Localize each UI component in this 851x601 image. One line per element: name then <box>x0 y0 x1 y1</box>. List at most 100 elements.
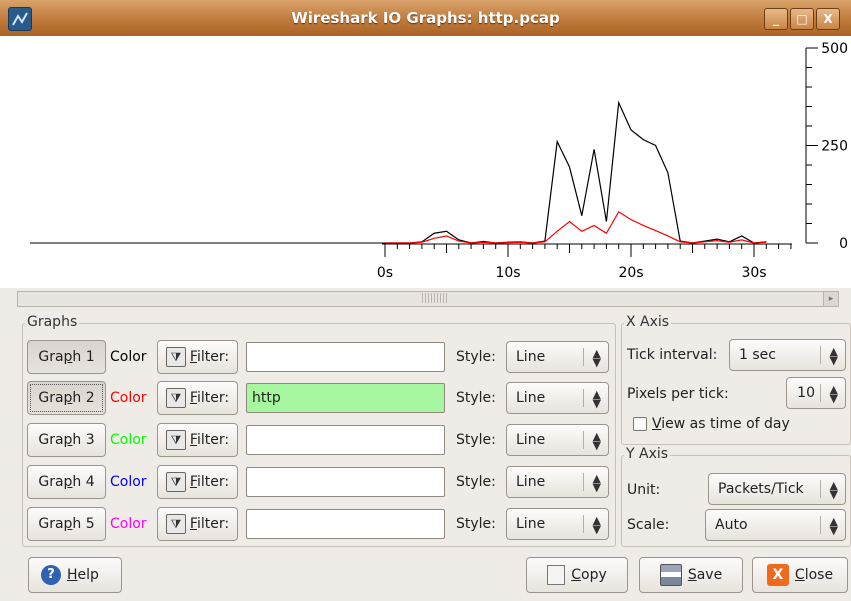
copy-button[interactable]: Copy <box>526 557 628 593</box>
filter-icon: ⧩ <box>165 430 186 450</box>
style-value: Line <box>516 390 546 406</box>
help-label: Help <box>67 567 99 583</box>
unit-value: Packets/Tick <box>718 481 804 497</box>
view-time-of-day-label[interactable]: View as time of day <box>652 414 790 434</box>
graph-2-button[interactable]: Graph 2 <box>27 381 106 415</box>
x-tick-label: 0s <box>377 265 393 281</box>
graph-4-filter-input[interactable] <box>246 467 445 497</box>
graph-4-filter-button[interactable]: ⧩ Filter: <box>157 465 238 499</box>
graph-1-filter-input[interactable] <box>246 342 445 372</box>
x-tick-label: 10s <box>495 265 520 281</box>
graph-2-filter-button[interactable]: ⧩ Filter: <box>157 381 238 415</box>
filter-label: Filter: <box>189 390 230 406</box>
io-graph-plot[interactable]: 500 250 0 0s 10s 20s 30s <box>0 36 851 288</box>
graph-3-filter-input[interactable] <box>246 425 445 455</box>
graph-5-filter-input[interactable] <box>246 509 445 539</box>
view-time-of-day-checkbox[interactable] <box>633 417 647 431</box>
graph-button-label: Graph 2 <box>38 390 95 406</box>
filter-icon: ⧩ <box>165 347 186 367</box>
graph-button-label: Graph 4 <box>38 474 95 490</box>
filter-icon: ⧩ <box>165 514 186 534</box>
filter-icon: ⧩ <box>165 472 186 492</box>
scroll-grip[interactable] <box>422 293 448 303</box>
graph-5-color-label[interactable]: Color <box>110 514 147 534</box>
graph-5-button[interactable]: Graph 5 <box>27 507 106 541</box>
filter-icon: ⧩ <box>165 388 186 408</box>
graph-5-style-label: Style: <box>456 516 496 532</box>
graph-3-button[interactable]: Graph 3 <box>27 423 106 457</box>
updown-icon: ▲ ▼ <box>829 515 838 537</box>
graph-3-style-label: Style: <box>456 432 496 448</box>
maximize-button[interactable]: □ <box>790 8 814 30</box>
save-icon <box>659 564 682 586</box>
graph-2-style-select[interactable]: Line ▲ ▼ <box>506 382 609 414</box>
graph-5-filter-button[interactable]: ⧩ Filter: <box>157 507 238 541</box>
graph-3-color-label[interactable]: Color <box>110 430 147 450</box>
copy-icon <box>547 565 566 585</box>
x-tick-label: 30s <box>741 265 766 281</box>
graph-4-style-select[interactable]: Line ▲ ▼ <box>506 466 609 498</box>
minimize-button[interactable]: _ <box>764 8 788 30</box>
pixels-per-tick-value: 10 <box>797 385 815 401</box>
graph-button-label: Graph 3 <box>38 432 95 448</box>
graph-button-label: Graph 1 <box>38 349 95 365</box>
help-button[interactable]: ? Help <box>28 557 122 593</box>
y-tick-label: 0 <box>839 236 848 252</box>
scroll-right-arrow[interactable]: ▸ <box>823 291 839 307</box>
y-tick-label: 250 <box>821 139 848 155</box>
updown-icon: ▲ ▼ <box>592 514 601 536</box>
graph-1-style-select[interactable]: Line ▲ ▼ <box>506 341 609 373</box>
pixels-per-tick-select[interactable]: 10 ▲ ▼ <box>786 377 846 409</box>
graph-1-filter-button[interactable]: ⧩ Filter: <box>157 340 238 374</box>
unit-select[interactable]: Packets/Tick ▲ ▼ <box>708 473 846 505</box>
scale-value: Auto <box>715 517 748 533</box>
y-axis-frame-label: Y Axis <box>624 446 671 462</box>
x-axis-frame-label: X Axis <box>624 314 672 330</box>
updown-icon: ▲ ▼ <box>592 388 601 410</box>
graph-2-filter-input[interactable]: http <box>246 383 445 413</box>
series-line-1 <box>385 100 767 244</box>
x-tick-label: 20s <box>618 265 643 281</box>
graph-1-color-label[interactable]: Color <box>110 347 147 367</box>
copy-label: Copy <box>571 567 607 583</box>
pixels-per-tick-label: Pixels per tick: <box>627 386 729 402</box>
style-value: Line <box>516 474 546 490</box>
graph-5-style-select[interactable]: Line ▲ ▼ <box>506 508 609 540</box>
y-tick-label: 500 <box>821 41 848 57</box>
graph-2-color-label[interactable]: Color <box>110 388 147 408</box>
graph-button-label: Graph 5 <box>38 516 95 532</box>
graph-4-button[interactable]: Graph 4 <box>27 465 106 499</box>
graph-1-style-label: Style: <box>456 349 496 365</box>
scale-label: Scale: <box>627 517 670 533</box>
series-line-2 <box>385 210 767 244</box>
graph-1-button[interactable]: Graph 1 <box>27 340 106 374</box>
save-label: Save <box>687 567 723 583</box>
updown-icon: ▲ ▼ <box>592 430 601 452</box>
style-value: Line <box>516 349 546 365</box>
graph-3-style-select[interactable]: Line ▲ ▼ <box>506 424 609 456</box>
tick-interval-select[interactable]: 1 sec ▲ ▼ <box>729 339 846 371</box>
tick-interval-value: 1 sec <box>739 347 776 363</box>
scale-select[interactable]: Auto ▲ ▼ <box>705 509 846 541</box>
style-value: Line <box>516 516 546 532</box>
filter-label: Filter: <box>189 349 230 365</box>
close-icon: X <box>766 564 789 586</box>
graphs-frame-label: Graphs <box>25 314 80 330</box>
graph-2-style-label: Style: <box>456 390 496 406</box>
graph-4-style-label: Style: <box>456 474 496 490</box>
close-window-button[interactable]: X <box>816 8 840 30</box>
tick-interval-label: Tick interval: <box>627 347 718 363</box>
updown-icon: ▲ ▼ <box>829 383 838 405</box>
filter-label: Filter: <box>189 474 230 490</box>
graph-3-filter-button[interactable]: ⧩ Filter: <box>157 423 238 457</box>
updown-icon: ▲ ▼ <box>592 472 601 494</box>
graph-4-color-label[interactable]: Color <box>110 472 147 492</box>
unit-label: Unit: <box>627 482 661 498</box>
updown-icon: ▲ ▼ <box>829 345 838 367</box>
filter-label: Filter: <box>189 516 230 532</box>
window-title: Wireshark IO Graphs: http.pcap <box>291 9 560 27</box>
close-button[interactable]: X Close <box>752 557 848 593</box>
updown-icon: ▲ ▼ <box>592 347 601 369</box>
updown-icon: ▲ ▼ <box>829 479 838 501</box>
save-button[interactable]: Save <box>639 557 743 593</box>
